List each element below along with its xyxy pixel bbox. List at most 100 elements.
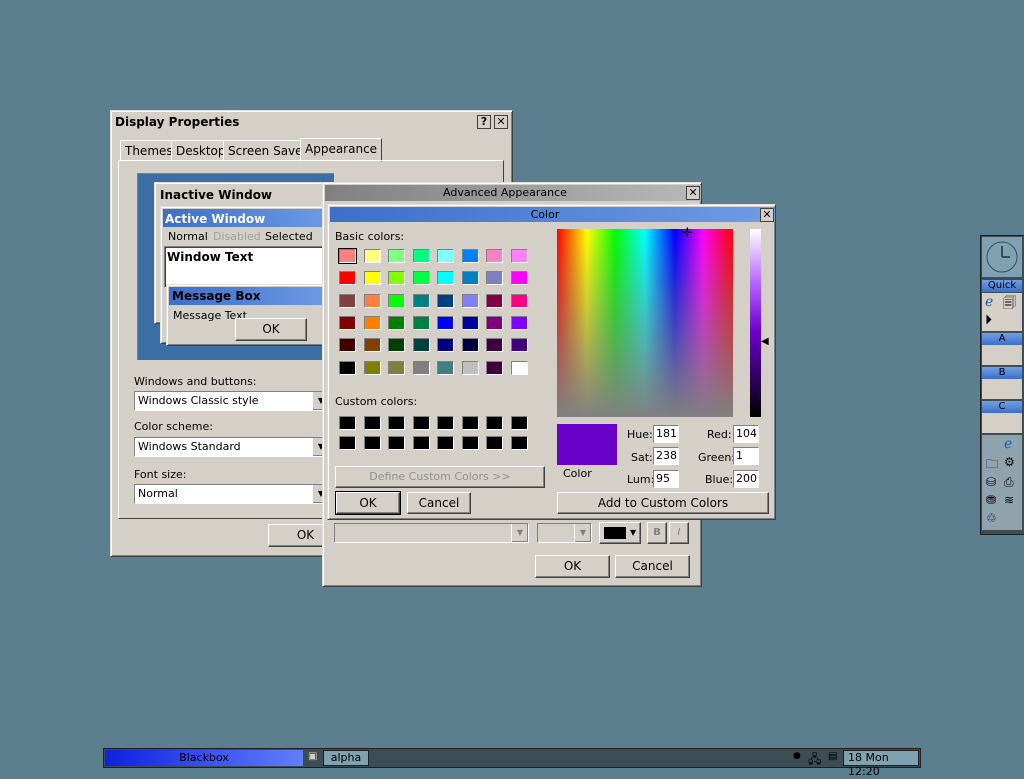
basic-color-swatch[interactable] xyxy=(388,338,405,353)
basic-color-swatch[interactable] xyxy=(363,249,381,263)
basic-color-swatch[interactable] xyxy=(412,360,430,375)
lum-input[interactable]: 95 xyxy=(653,470,679,488)
color-ok-button[interactable]: OK xyxy=(335,491,401,515)
basic-color-swatch[interactable] xyxy=(486,249,503,263)
close-button[interactable]: ✕ xyxy=(686,186,700,200)
italic-button[interactable]: I xyxy=(669,522,689,544)
basic-color-swatch[interactable] xyxy=(510,293,528,308)
tab-appearance[interactable]: Appearance xyxy=(300,138,383,162)
media-player-icon[interactable]: ⏵ xyxy=(985,312,992,328)
basic-color-swatch[interactable] xyxy=(486,293,503,308)
custom-color-swatch[interactable] xyxy=(437,436,454,450)
advanced-cancel-button[interactable]: Cancel xyxy=(615,555,690,578)
custom-color-swatch[interactable] xyxy=(461,436,479,450)
basic-color-swatch[interactable] xyxy=(510,315,528,330)
basic-color-swatch[interactable] xyxy=(388,360,405,375)
internet-explorer-icon[interactable]: ℯ xyxy=(985,294,993,310)
basic-color-swatch[interactable] xyxy=(412,249,430,263)
basic-color-swatch[interactable] xyxy=(412,315,430,330)
advanced-ok-button[interactable]: OK xyxy=(535,555,610,578)
basic-color-swatch[interactable] xyxy=(437,338,454,353)
basic-color-swatch[interactable] xyxy=(437,271,454,286)
define-custom-colors-button[interactable]: Define Custom Colors >> xyxy=(335,466,545,488)
hue-input[interactable]: 181 xyxy=(653,425,679,443)
basic-color-swatch[interactable] xyxy=(363,338,381,353)
printer-icon[interactable]: ⎙ xyxy=(1004,475,1014,490)
blue-input[interactable]: 200 xyxy=(733,470,759,488)
sat-input[interactable]: 238 xyxy=(653,447,679,465)
workspace-label[interactable]: Blackbox xyxy=(105,750,303,766)
custom-color-swatch[interactable] xyxy=(339,436,356,450)
color-scheme-select[interactable]: Windows Standard ▼ xyxy=(134,437,330,457)
basic-color-swatch[interactable] xyxy=(486,338,503,353)
basic-color-swatch[interactable] xyxy=(339,315,356,330)
basic-color-swatch[interactable] xyxy=(339,360,356,375)
basic-color-swatch[interactable] xyxy=(486,360,503,375)
chevron-down-icon[interactable]: ▼ xyxy=(511,524,528,542)
browser-icon[interactable]: ℯ xyxy=(1004,436,1012,452)
tab-themes[interactable]: Themes xyxy=(120,140,178,161)
basic-color-swatch[interactable] xyxy=(339,271,356,286)
desktop-icon[interactable]: 🗐 xyxy=(1003,294,1016,316)
basic-color-swatch[interactable] xyxy=(437,360,454,375)
luminance-arrow-icon[interactable]: ◀ xyxy=(761,336,769,347)
bold-button[interactable]: B xyxy=(647,522,667,544)
basic-color-swatch[interactable] xyxy=(461,249,479,263)
basic-color-swatch[interactable] xyxy=(338,248,357,264)
clock-display[interactable]: 18 Mon 12:20 xyxy=(843,750,919,778)
wifi-icon[interactable]: ≋ xyxy=(1004,493,1014,507)
basic-color-swatch[interactable] xyxy=(412,271,430,286)
basic-color-swatch[interactable] xyxy=(510,249,528,263)
basic-color-swatch[interactable] xyxy=(461,293,479,308)
color-dialog-titlebar[interactable]: Color ✕ xyxy=(330,207,775,222)
basic-color-swatch[interactable] xyxy=(461,338,479,353)
custom-color-swatch[interactable] xyxy=(339,416,356,430)
basic-color-swatch[interactable] xyxy=(461,315,479,330)
basic-color-swatch[interactable] xyxy=(486,315,503,330)
drive-icon[interactable]: ⛁ xyxy=(986,475,996,489)
basic-color-swatch[interactable] xyxy=(388,293,405,308)
font-size-select[interactable]: Normal ▼ xyxy=(134,484,330,504)
basic-color-swatch[interactable] xyxy=(388,271,405,286)
network-icon[interactable]: ⛃ xyxy=(986,493,996,507)
basic-color-swatch[interactable] xyxy=(461,271,479,286)
basic-color-swatch[interactable] xyxy=(363,293,381,308)
basic-color-swatch[interactable] xyxy=(437,249,454,263)
chevron-down-icon[interactable]: ▼ xyxy=(574,524,591,542)
window-list-icon[interactable]: ▣ xyxy=(308,751,317,762)
custom-color-swatch[interactable] xyxy=(388,416,405,430)
red-input[interactable]: 104 xyxy=(733,425,759,443)
color-spectrum[interactable]: ✛ xyxy=(557,226,733,417)
custom-color-swatch[interactable] xyxy=(363,416,381,430)
help-button[interactable]: ? xyxy=(477,115,491,129)
recycle-bin-icon[interactable]: ♲ xyxy=(986,511,997,525)
folder-icon[interactable]: 🗀 xyxy=(986,455,998,476)
tab-desktop[interactable]: Desktop xyxy=(171,140,231,161)
custom-color-swatch[interactable] xyxy=(412,416,430,430)
item-font-size-select[interactable]: ▼ xyxy=(537,523,592,543)
close-button[interactable]: ✕ xyxy=(760,208,774,222)
tray-volume-icon[interactable]: ▤ xyxy=(828,751,837,762)
basic-color-swatch[interactable] xyxy=(339,293,356,308)
luminance-slider[interactable] xyxy=(750,229,761,417)
basic-color-swatch[interactable] xyxy=(461,360,479,375)
custom-color-swatch[interactable] xyxy=(412,436,430,450)
basic-color-swatch[interactable] xyxy=(388,315,405,330)
custom-color-swatch[interactable] xyxy=(388,436,405,450)
basic-color-swatch[interactable] xyxy=(510,271,528,286)
green-input[interactable]: 1 xyxy=(733,447,759,465)
item-font-color-button[interactable]: ▼ xyxy=(599,522,641,544)
custom-color-swatch[interactable] xyxy=(510,416,528,430)
basic-color-swatch[interactable] xyxy=(363,315,381,330)
basic-color-swatch[interactable] xyxy=(388,249,405,263)
basic-color-swatch[interactable] xyxy=(363,271,381,286)
custom-color-swatch[interactable] xyxy=(461,416,479,430)
custom-color-swatch[interactable] xyxy=(510,436,528,450)
custom-color-swatch[interactable] xyxy=(363,436,381,450)
basic-color-swatch[interactable] xyxy=(412,338,430,353)
task-button-alpha[interactable]: alpha xyxy=(323,750,369,766)
basic-color-swatch[interactable] xyxy=(437,315,454,330)
custom-color-swatch[interactable] xyxy=(437,416,454,430)
tools-icon[interactable]: ⚙ xyxy=(1004,455,1015,469)
close-button[interactable]: ✕ xyxy=(494,115,508,129)
